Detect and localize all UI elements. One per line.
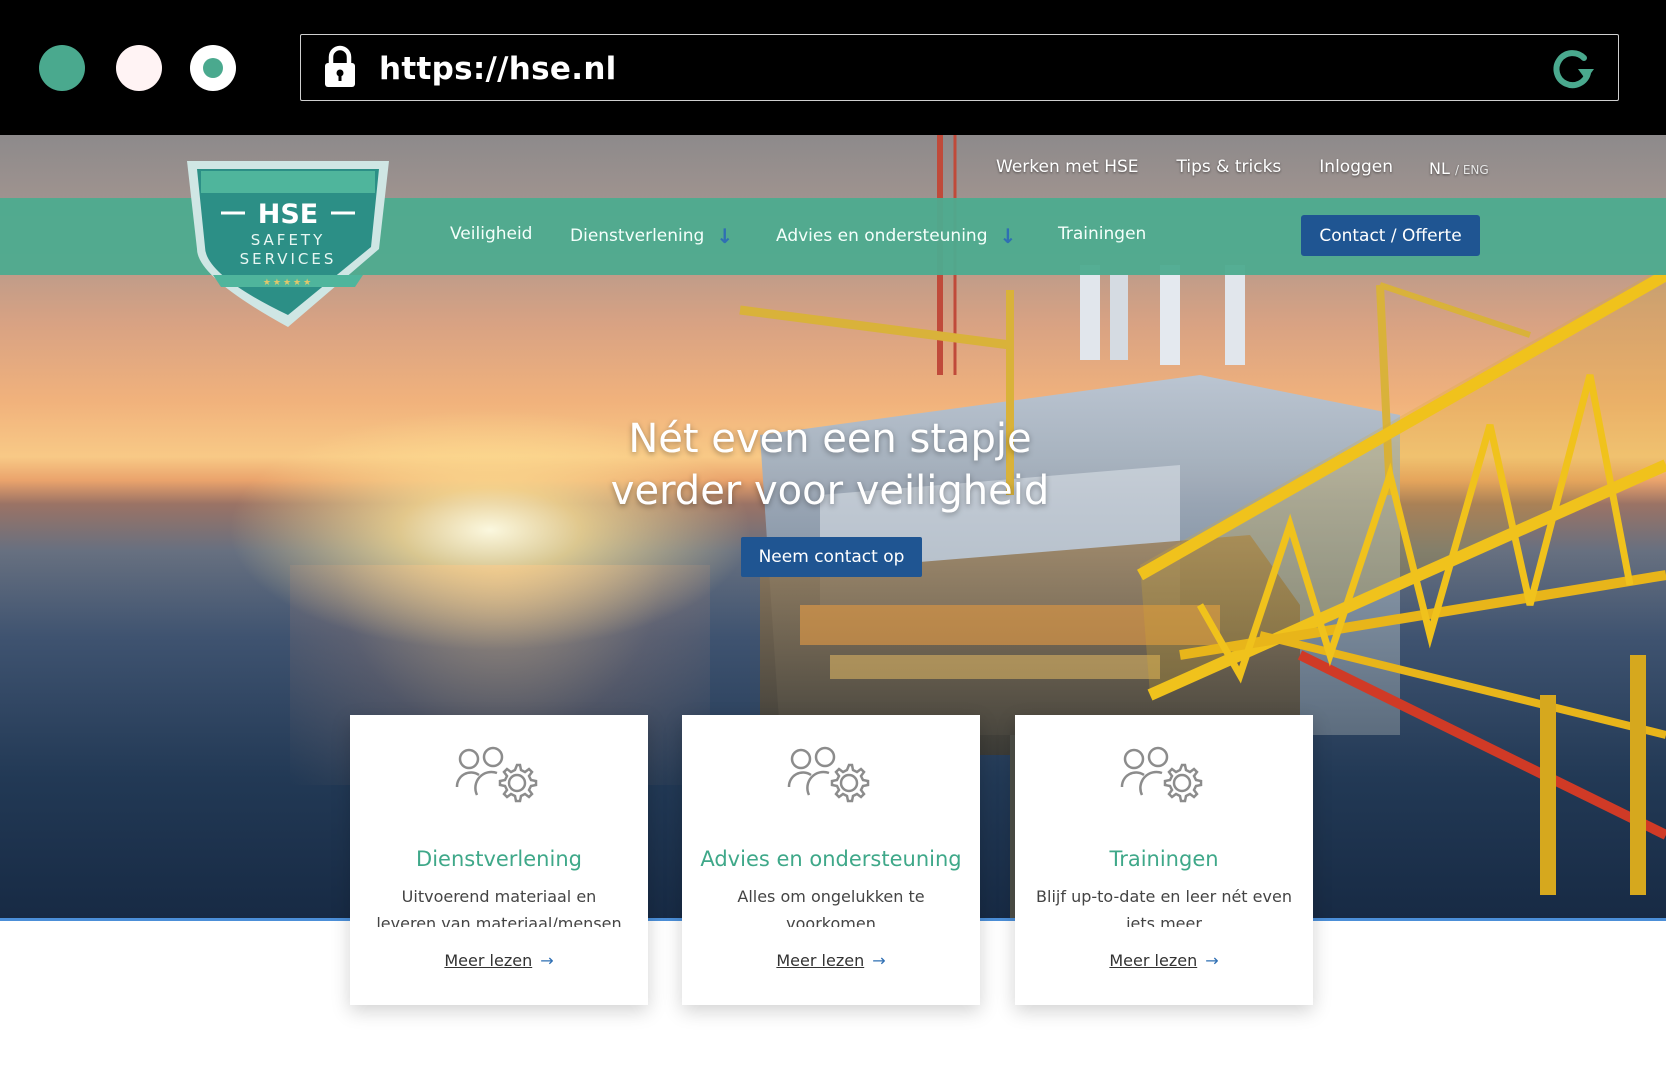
- menu-item-veiligheid[interactable]: Veiligheid: [450, 224, 532, 244]
- menu-item-trainingen[interactable]: Trainingen: [1058, 224, 1146, 244]
- card-description: Blijf up-to-date en leer nét even iets m…: [1036, 887, 1292, 927]
- menu-item-label: Advies en ondersteuning: [776, 226, 988, 246]
- service-card-dienstverlening[interactable]: Dienstverlening Uitvoerend materiaal en …: [350, 715, 648, 1005]
- contact-offerte-button[interactable]: Contact / Offerte: [1301, 215, 1480, 256]
- users-gear-icon: [1120, 746, 1203, 803]
- meer-lezen-label: Meer lezen: [1109, 951, 1198, 970]
- users-gear-icon: [455, 746, 538, 803]
- meer-lezen-link[interactable]: Meer lezen →: [1015, 951, 1313, 970]
- logo-name: HSE: [258, 199, 319, 230]
- menu-item-label: Trainingen: [1058, 224, 1147, 244]
- card-description: Alles om ongelukken te voorkomen: [737, 887, 925, 927]
- url-text[interactable]: https://hse.nl: [379, 51, 617, 87]
- menu-item-dienstverlening[interactable]: Dienstverlening ↓: [570, 224, 733, 248]
- neem-contact-op-button[interactable]: Neem contact op: [741, 537, 922, 577]
- arrow-right-icon: →: [540, 951, 554, 970]
- top-navigation: Werken met HSE Tips & tricks Inloggen: [996, 157, 1431, 185]
- meer-lezen-link[interactable]: Meer lezen →: [682, 951, 980, 970]
- meer-lezen-label: Meer lezen: [776, 951, 865, 970]
- hero-headline: Nét even een stapje verder voor veilighe…: [560, 413, 1100, 517]
- website-viewport: Werken met HSE Tips & tricks Inloggen NL…: [0, 135, 1666, 1080]
- language-switcher: NL / ENG: [1429, 159, 1489, 178]
- service-card-advies-en-ondersteuning[interactable]: Advies en ondersteuning Alles om ongeluk…: [682, 715, 980, 1005]
- meer-lezen-link[interactable]: Meer lezen →: [350, 951, 648, 970]
- arrow-down-icon: ↓: [716, 224, 734, 248]
- hero-headline-line1: Nét even een stapje: [628, 416, 1032, 462]
- logo-stars: ★★★★★: [263, 278, 313, 288]
- nav-link-werken-met-hse[interactable]: Werken met HSE: [996, 157, 1139, 185]
- address-bar[interactable]: https://hse.nl: [300, 34, 1619, 101]
- arrow-right-icon: →: [1205, 951, 1219, 970]
- lock-icon: [325, 45, 355, 87]
- browser-chrome: https://hse.nl: [0, 0, 1666, 135]
- card-description: Uitvoerend materiaal en leveren van mate…: [376, 887, 622, 927]
- logo-line1: SAFETY: [251, 231, 326, 249]
- hse-logo[interactable]: HSE SAFETY SERVICES ★★★★★: [183, 157, 393, 327]
- nav-link-tips-tricks[interactable]: Tips & tricks: [1177, 157, 1282, 185]
- service-card-trainingen[interactable]: Trainingen Blijf up-to-date en leer nét …: [1015, 715, 1313, 1005]
- meer-lezen-label: Meer lezen: [444, 951, 533, 970]
- card-title: Advies en ondersteuning: [700, 847, 962, 871]
- card-title: Dienstverlening: [416, 847, 582, 871]
- lang-nl[interactable]: NL: [1429, 159, 1450, 178]
- menu-item-label: Veiligheid: [450, 224, 533, 244]
- hero-headline-line2: verder voor veiligheid: [610, 468, 1050, 514]
- lang-eng[interactable]: / ENG: [1455, 163, 1489, 177]
- arrow-down-icon: ↓: [999, 224, 1017, 248]
- window-minimize-dot[interactable]: [116, 45, 162, 91]
- window-close-dot[interactable]: [39, 45, 85, 91]
- arrow-right-icon: →: [872, 951, 886, 970]
- window-maximize-dot[interactable]: [190, 45, 236, 91]
- nav-link-inloggen[interactable]: Inloggen: [1319, 157, 1393, 185]
- menu-item-label: Dienstverlening: [570, 226, 705, 246]
- menu-item-advies-en-ondersteuning[interactable]: Advies en ondersteuning ↓: [776, 224, 1016, 248]
- users-gear-icon: [787, 746, 870, 803]
- card-title: Trainingen: [1109, 847, 1219, 871]
- logo-line2: SERVICES: [240, 250, 337, 268]
- reload-icon[interactable]: [1548, 45, 1596, 93]
